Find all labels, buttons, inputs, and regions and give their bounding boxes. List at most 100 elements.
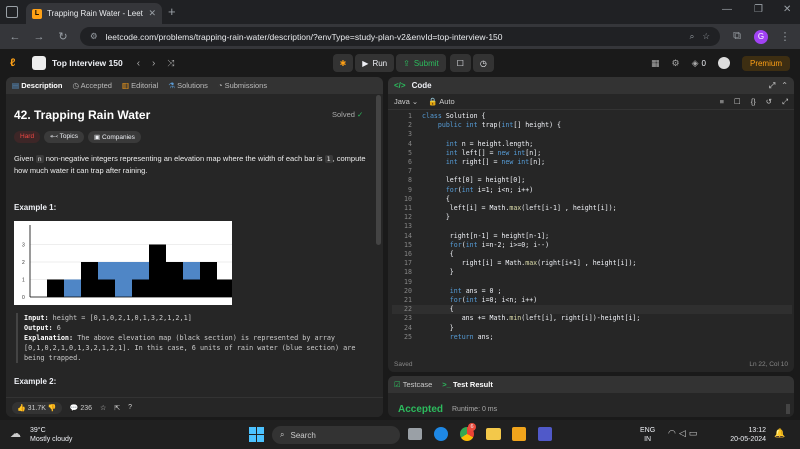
site-info-icon[interactable]: ⚙ <box>90 31 98 42</box>
problem-list-title[interactable]: Top Interview 150 <box>52 58 123 68</box>
windows-logo-tile <box>249 427 256 434</box>
system-tray-icons[interactable]: ◠◁▭ <box>668 428 700 439</box>
problem-title: 42. Trapping Rain Water <box>14 108 151 122</box>
reset-icon[interactable]: ↺ <box>766 97 772 106</box>
restore-icon[interactable]: ❐ <box>754 4 763 15</box>
code-icon: </> <box>394 81 406 90</box>
likes-count: 31.7K <box>27 404 46 412</box>
code-text: int ans = 0 ; <box>449 286 502 295</box>
user-avatar[interactable] <box>717 57 730 69</box>
next-problem-icon[interactable]: › <box>152 58 155 69</box>
shuffle-icon[interactable]: ⤨ <box>167 58 174 69</box>
code-line: 11 left[i] = Math.max(left[i-1] , height… <box>392 204 792 213</box>
input-label: Input: <box>24 314 49 322</box>
braces-icon[interactable]: {} <box>751 97 756 106</box>
like-button[interactable]: 👍 31.7K 👎 <box>12 401 62 414</box>
tab-test-result[interactable]: >_ Test Result <box>442 380 493 389</box>
teams-icon[interactable] <box>538 427 552 441</box>
share-icon[interactable]: ⇱ <box>114 404 120 412</box>
autocomplete-toggle[interactable]: 🔒 Auto <box>428 97 454 106</box>
profile-avatar[interactable]: G <box>754 29 768 44</box>
zoom-icon[interactable]: ⌕ <box>690 31 695 42</box>
code-text: } <box>422 323 454 332</box>
submit-button[interactable]: ⇪ Submit <box>396 54 446 72</box>
play-icon: ▶ <box>362 58 369 68</box>
url-bar[interactable]: ⚙ leetcode.com/problems/trapping-rain-wa… <box>80 27 720 46</box>
new-tab-icon[interactable]: + <box>168 4 176 19</box>
elevation-bar <box>98 279 115 297</box>
debug-button[interactable]: ✱ <box>332 54 354 72</box>
favorite-star-icon[interactable]: ☆ <box>100 404 106 412</box>
taskbar-search[interactable]: ⌕ Search <box>272 426 400 444</box>
settings-icon[interactable]: ⚙ <box>672 58 680 69</box>
fullscreen-icon[interactable]: ⤢ <box>782 97 788 107</box>
tab-solutions[interactable]: ⚗ Solutions <box>168 81 208 90</box>
forward-icon[interactable]: → <box>32 31 46 43</box>
reload-icon[interactable]: ↻ <box>56 30 70 43</box>
tab-test-result-label: Test Result <box>452 380 493 389</box>
weather-widget[interactable]: 39°C Mostly cloudy <box>30 426 72 444</box>
maximize-icon[interactable]: ⤢ <box>769 81 775 91</box>
app-icon[interactable] <box>512 427 526 441</box>
tab-accepted[interactable]: ◷ Accepted <box>72 81 112 90</box>
line-number: 12 <box>404 213 412 222</box>
file-explorer-icon[interactable] <box>486 428 501 440</box>
elevation-bar <box>81 262 98 297</box>
clock[interactable]: 13:12 20-05-2024 <box>726 426 766 444</box>
format-icon[interactable]: ≡ <box>720 97 724 106</box>
edge-icon[interactable] <box>434 427 448 441</box>
tab-editorial[interactable]: ▥ Editorial <box>122 81 158 90</box>
premium-button[interactable]: Premium <box>741 55 790 71</box>
collapse-icon[interactable]: ⌃ <box>781 81 788 90</box>
streak-icon[interactable]: ◈ <box>692 58 699 69</box>
y-tick-label: 2 <box>22 260 25 266</box>
tab-description[interactable]: ▤ Description <box>12 81 62 90</box>
help-icon[interactable]: ? <box>128 404 132 411</box>
start-button[interactable] <box>249 427 264 442</box>
tab-accepted-label: Accepted <box>80 81 112 90</box>
minimize-icon[interactable]: — <box>722 4 732 15</box>
code-text: right[n-1] = height[n-1]; <box>422 231 550 240</box>
browser-tab[interactable]: L Trapping Rain Water - LeetCo ✕ <box>26 3 162 24</box>
inline-code-one: 1 <box>324 155 333 163</box>
prev-problem-icon[interactable]: ‹ <box>137 58 140 69</box>
description-scrollbar[interactable] <box>376 95 381 245</box>
extensions-icon[interactable]: ⧉ <box>730 30 744 43</box>
chrome-menu-icon[interactable]: ⋮ <box>778 30 792 43</box>
companies-chip[interactable]: ▣ Companies <box>88 131 141 143</box>
tab-submissions[interactable]: ◔ Submissions <box>218 81 267 90</box>
bookmark-star-icon[interactable]: ☆ <box>702 31 710 42</box>
bookmark-icon[interactable]: ☐ <box>734 97 741 106</box>
notification-bell-icon[interactable]: 🔔 <box>774 428 785 439</box>
leetcode-logo-icon[interactable]: ℓ <box>10 57 22 69</box>
description-tabs: ▤ Description ◷ Accepted ▥ Editorial ⚗ S… <box>6 77 383 94</box>
accepted-icon: ◷ <box>72 81 79 90</box>
timer-icon: ◷ <box>479 58 487 68</box>
code-line: 22 { <box>392 305 792 315</box>
example2-heading: Example 2: <box>14 377 57 386</box>
tab-testcase[interactable]: ☑ Testcase <box>394 380 432 389</box>
tab-search-icon[interactable] <box>6 6 18 18</box>
timer-button[interactable]: ◷ <box>472 54 494 72</box>
language-indicator[interactable]: ENG IN <box>640 426 655 444</box>
problem-list-icon[interactable] <box>32 56 46 70</box>
task-view-icon[interactable] <box>408 428 422 440</box>
run-button[interactable]: ▶ Run <box>355 54 395 72</box>
comments-button[interactable]: 💬 236 <box>70 404 92 412</box>
topics-chip[interactable]: ⬷ Topics <box>44 131 85 143</box>
back-icon[interactable]: ← <box>8 31 22 43</box>
notes-button[interactable]: ☐ <box>449 54 471 72</box>
code-line: 21 for(int i=0; i<n; i++) <box>392 296 792 305</box>
code-line: 2 public int trap(int[] height) { <box>392 121 792 130</box>
tab-close-icon[interactable]: ✕ <box>148 8 156 19</box>
language-select[interactable]: Java ⌄ <box>394 97 418 106</box>
example-output: Output: 6 <box>24 323 371 333</box>
cursor-position: Ln 22, Col 10 <box>749 361 788 368</box>
testcase-scrollbar[interactable] <box>786 404 790 414</box>
code-editor[interactable]: 1 class Solution {2 public int trap(int[]… <box>392 112 792 348</box>
layout-icon[interactable]: ▦ <box>651 58 660 69</box>
code-line: 24 } <box>392 324 792 333</box>
line-number: 18 <box>404 268 412 277</box>
explanation-value: The above elevation map (black section) … <box>24 334 356 362</box>
close-window-icon[interactable]: ✕ <box>783 4 791 15</box>
